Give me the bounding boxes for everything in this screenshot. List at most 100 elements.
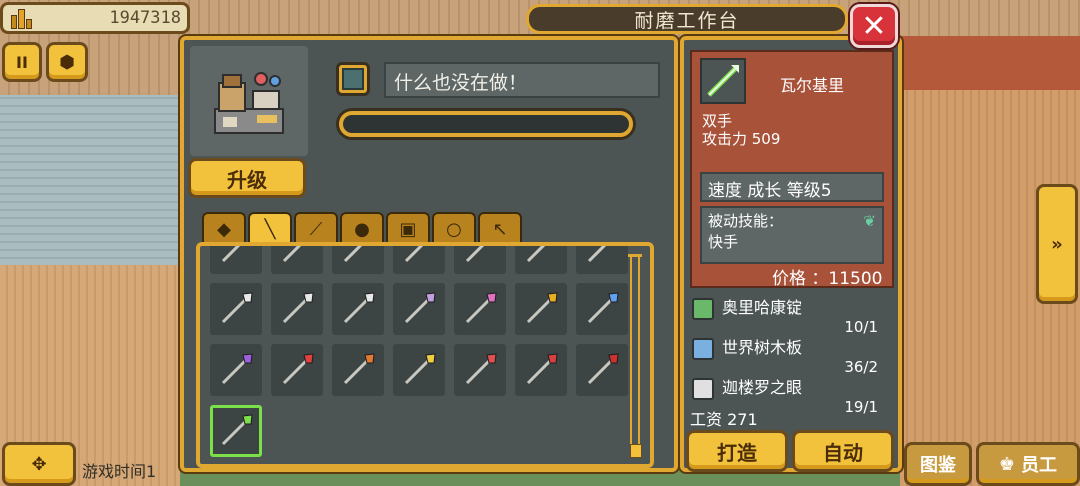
spear-icon [282, 353, 314, 385]
tab-shield[interactable]: ◆ [202, 212, 246, 244]
workbench-image [190, 46, 308, 156]
craft-button[interactable]: 打造 [686, 430, 788, 472]
close-icon: ✕ [861, 8, 887, 44]
item-slot[interactable] [515, 344, 567, 396]
move-button[interactable]: ✥ [2, 442, 76, 486]
material-row: 世界树木板 36/2 [690, 330, 890, 376]
tab-spear[interactable]: ╲ [248, 212, 292, 244]
upgrade-button[interactable]: 升级 [188, 158, 306, 198]
speed-button[interactable]: ⬢ [46, 42, 88, 82]
spear-icon [526, 353, 558, 385]
item-slot[interactable] [576, 344, 628, 396]
passive-title: 被动技能： [708, 212, 784, 230]
armor-icon: ▣ [399, 218, 417, 240]
status-text: 什么也没在做！ [384, 62, 660, 98]
item-slot[interactable] [210, 246, 262, 274]
item-slot[interactable] [271, 344, 323, 396]
item-slot[interactable] [210, 344, 262, 396]
double-chevron-right-icon: » [1051, 233, 1063, 255]
item-slot[interactable] [454, 246, 506, 274]
item-slot[interactable] [332, 283, 384, 335]
weapon-attack: 攻击力 509 [702, 130, 781, 148]
item-slot[interactable] [515, 283, 567, 335]
spear-icon [526, 292, 558, 324]
item-slot[interactable] [332, 246, 384, 274]
material-name: 奥里哈康锭 [722, 298, 803, 317]
spear-icon [404, 292, 436, 324]
item-slot[interactable] [210, 405, 262, 457]
catalog-button[interactable]: 图鉴 [904, 442, 972, 486]
item-slot[interactable] [576, 283, 628, 335]
background-wall [900, 36, 1080, 96]
background-tiles [0, 95, 180, 265]
gold-stack-icon [9, 7, 35, 29]
spear-icon [343, 353, 375, 385]
tab-tool[interactable]: ↖ [478, 212, 522, 244]
scrollbar-thumb[interactable] [630, 444, 642, 458]
item-grid [210, 246, 628, 457]
spear-icon [587, 246, 607, 263]
spear-icon [221, 292, 253, 324]
spear-icon [221, 353, 253, 385]
item-slot[interactable] [210, 283, 262, 335]
auto-label: 自动 [823, 440, 863, 465]
item-slot[interactable] [393, 283, 445, 335]
pause-button[interactable]: II [2, 42, 42, 82]
spear-icon [465, 246, 485, 263]
status-checkbox[interactable] [336, 62, 370, 96]
item-slot[interactable] [271, 246, 323, 274]
staff-label: 员工 [1021, 455, 1058, 476]
craft-progress-bar [336, 108, 636, 140]
spear-icon [343, 292, 375, 324]
material-icon [692, 338, 714, 360]
tab-staff[interactable]: ⟋ [294, 212, 338, 244]
shield-icon: ◆ [217, 218, 231, 240]
ring-icon: ○ [446, 218, 462, 240]
spear-icon [404, 353, 436, 385]
spear-icon [587, 292, 619, 324]
material-row: 奥里哈康锭 10/1 [690, 290, 890, 336]
item-slot[interactable] [271, 283, 323, 335]
helmet-icon: ● [354, 218, 370, 240]
material-name: 世界树木板 [722, 338, 803, 357]
window-title-text: 耐磨工作台 [634, 9, 740, 32]
close-button[interactable]: ✕ [850, 4, 898, 48]
material-icon [692, 298, 714, 320]
material-row: 迦楼罗之眼 19/1 [690, 370, 890, 416]
item-slot[interactable] [454, 283, 506, 335]
item-slot[interactable] [332, 344, 384, 396]
item-slot[interactable] [515, 246, 567, 274]
spear-icon [282, 246, 302, 263]
material-count: 19/1 [844, 398, 878, 416]
money-value: 1947318 [109, 8, 181, 28]
move-icon: ✥ [31, 453, 47, 475]
tab-ring[interactable]: ○ [432, 212, 476, 244]
tool-icon: ↖ [492, 218, 508, 240]
gear-icon: ⬢ [59, 51, 75, 73]
category-tabs: ◆ ╲ ⟋ ● ▣ ○ ↖ [202, 212, 522, 244]
item-slot[interactable] [393, 246, 445, 274]
item-slot[interactable] [454, 344, 506, 396]
passive-value: 快手 [708, 233, 739, 251]
tab-armor[interactable]: ▣ [386, 212, 430, 244]
staff-icon: ♚ [998, 453, 1016, 475]
material-name: 迦楼罗之眼 [722, 378, 803, 397]
spear-icon [587, 353, 619, 385]
tab-helmet[interactable]: ● [340, 212, 384, 244]
spear-icon [343, 246, 363, 263]
staff-button[interactable]: ♚ 员工 [976, 442, 1080, 486]
auto-button[interactable]: 自动 [792, 430, 894, 472]
grid-scrollbar[interactable] [628, 254, 642, 458]
upgrade-label: 升级 [227, 167, 267, 192]
weapon-price: 价格 ：11500 [772, 269, 883, 289]
spear-icon [465, 353, 497, 385]
weapon-name: 瓦尔基里 [780, 76, 845, 95]
game-time: 游戏时间1 [82, 462, 157, 481]
next-page-button[interactable]: » [1036, 184, 1078, 304]
item-slot[interactable] [393, 344, 445, 396]
spear-icon [404, 246, 424, 263]
spear-icon [282, 292, 314, 324]
spear-icon: ╲ [264, 218, 276, 240]
pause-icon: II [16, 52, 28, 72]
item-slot[interactable] [576, 246, 628, 274]
